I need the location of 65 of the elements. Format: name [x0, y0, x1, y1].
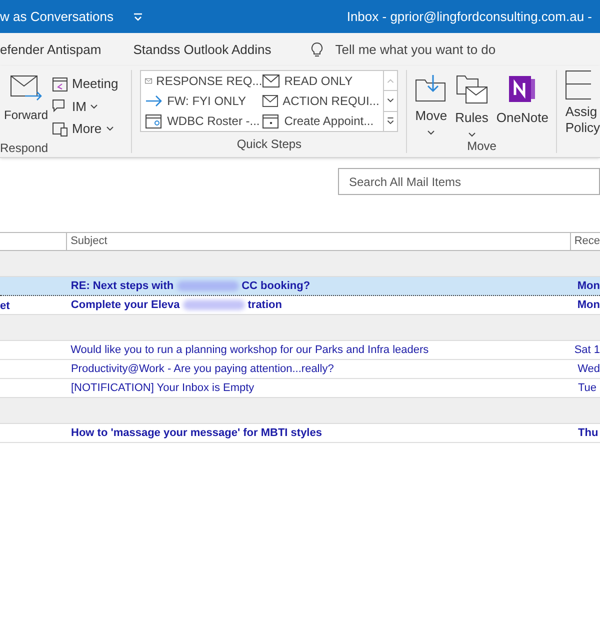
group-header-row[interactable]	[0, 315, 600, 341]
quick-step[interactable]: RESPONSE REQ...	[145, 72, 262, 90]
arrow-icon	[145, 94, 164, 108]
chevron-down-icon	[90, 104, 98, 109]
column-header[interactable]: Rece	[571, 233, 600, 250]
folder-arrow-icon	[415, 74, 448, 102]
envelope-arrow-icon	[9, 74, 43, 102]
ribbon-tab[interactable]: Standss Outlook Addins	[133, 40, 272, 60]
subject-cell-text: CC booking?	[242, 278, 310, 294]
assign-policy-button[interactable]: Assig Policy	[557, 66, 600, 157]
quick-step[interactable]: ACTION REQUI...	[262, 92, 380, 110]
subject-cell-text: Productivity@Work - Are you paying attention...really?	[70, 362, 334, 377]
received-cell-text: Mon	[576, 278, 600, 294]
subject-cell-text: How to 'massage your message' for MBTI styles	[71, 426, 322, 441]
notebook-icon	[507, 74, 538, 104]
group-label: Respond	[0, 140, 50, 156]
move-group-button[interactable]: Rules	[455, 74, 488, 136]
scroll-down-icon[interactable]	[384, 90, 398, 112]
window-title: w as Conversations	[0, 8, 114, 26]
subject-cell-text: Would like you to run a planning workshop for our Parks and Infra leaders	[70, 342, 429, 358]
envelope-icon	[262, 94, 279, 108]
folder-envelope-icon	[456, 74, 488, 104]
received-cell-text: Tue	[577, 380, 597, 396]
subject-cell-text: [NOTIFICATION] Your Inbox is Empty	[71, 380, 254, 396]
quick-step[interactable]: READ ONLY	[262, 72, 380, 90]
move-group-button[interactable]: Move	[415, 74, 448, 136]
chevron-down-icon	[427, 130, 436, 134]
more-button[interactable]: More	[52, 119, 118, 138]
search-field[interactable]: Search All Mail Items	[338, 168, 600, 195]
group-header-row[interactable]	[0, 251, 600, 277]
chevron-down-icon	[106, 126, 114, 132]
blurred-text	[182, 300, 245, 310]
blurred-text	[176, 281, 239, 291]
received-cell-text: Wed	[576, 362, 600, 377]
from-cell: et	[0, 300, 10, 312]
column-header[interactable]: Subject	[66, 233, 572, 250]
group-header-row[interactable]	[0, 398, 600, 424]
quick-step[interactable]: WDBC Roster -...	[145, 112, 262, 130]
forward-button[interactable]: Forward	[0, 74, 52, 124]
calendar-person-icon	[145, 113, 164, 129]
received-cell-text: Sat 1	[573, 342, 600, 358]
chevron-down-icon	[468, 132, 476, 136]
meeting-button[interactable]: Meeting	[52, 74, 118, 94]
quick-step[interactable]: FW: FYI ONLY	[145, 92, 262, 110]
tell-me-field[interactable]: Tell me what you want to do	[335, 40, 496, 60]
move-group-button[interactable]: OneNote	[496, 74, 548, 136]
subject-cell-text: Complete your Eleva	[70, 298, 180, 313]
received-cell-text: Mon	[576, 298, 600, 313]
account-title: Inbox - gprior@lingfordconsulting.com.au -	[346, 8, 592, 26]
mail-row[interactable]: RE: Next steps with CC booking? Mon	[0, 277, 600, 296]
cabinet-icon	[565, 70, 592, 100]
received-cell-text: Thu	[577, 426, 598, 441]
customize-toolbar-icon[interactable]	[133, 12, 144, 22]
group-label: Quick Steps	[236, 136, 302, 153]
im-button[interactable]: IM	[52, 96, 118, 116]
group-label: Move	[467, 138, 496, 154]
calendar-reply-icon	[52, 76, 68, 92]
quick-step[interactable]: Create Appoint...	[262, 112, 380, 130]
calendar-icon	[262, 113, 280, 129]
subject-cell-text: RE: Next steps with	[70, 278, 174, 294]
lightbulb-icon	[311, 42, 324, 58]
subject-cell-text: tration	[248, 298, 282, 313]
calendar-phone-icon	[52, 120, 68, 137]
ribbon-tab[interactable]: efender Antispam	[0, 40, 102, 60]
envelope-icon	[262, 74, 280, 88]
